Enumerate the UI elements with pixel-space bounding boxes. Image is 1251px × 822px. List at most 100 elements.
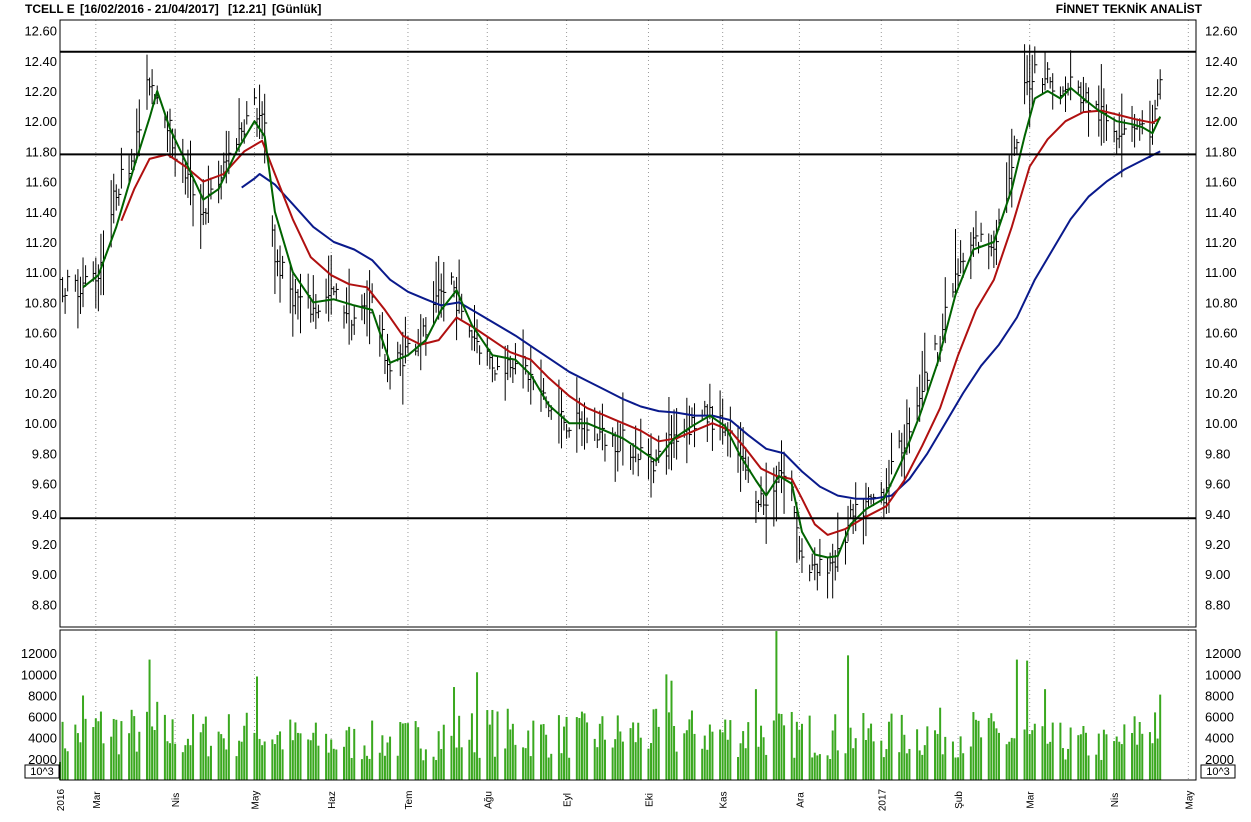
- volume-bar: [1138, 722, 1141, 780]
- price-y-tick-right: 10.80: [1205, 295, 1238, 310]
- volume-bar: [476, 672, 479, 780]
- price-y-tick-right: 11.60: [1205, 175, 1237, 190]
- volume-bar: [685, 730, 688, 780]
- volume-bar: [235, 756, 238, 780]
- price-y-tick-right: 11.40: [1205, 205, 1237, 220]
- volume-bar: [1148, 732, 1151, 780]
- volume-bar: [222, 738, 225, 780]
- x-tick-label: 2017: [877, 788, 888, 811]
- volume-bar: [169, 743, 172, 780]
- volume-bar: [560, 753, 563, 780]
- volume-bar: [829, 758, 832, 780]
- volume-bar: [1010, 737, 1013, 780]
- volume-bar: [110, 736, 113, 780]
- volume-bar: [166, 741, 169, 780]
- volume-bar: [972, 712, 975, 780]
- volume-bar: [276, 734, 279, 780]
- volume-bar: [813, 752, 816, 780]
- volume-y-tick-left: 10000: [21, 667, 57, 682]
- volume-bar: [64, 748, 67, 780]
- volume-bar: [458, 715, 461, 780]
- volume-bar: [1115, 736, 1118, 780]
- volume-bar: [192, 714, 195, 780]
- volume-bar: [934, 730, 937, 780]
- volume-bar: [94, 718, 97, 780]
- volume-bar: [650, 743, 653, 780]
- volume-bar: [611, 747, 614, 780]
- volume-bar: [754, 689, 757, 780]
- price-y-tick-left: 10.20: [24, 386, 57, 401]
- volume-bar: [473, 752, 476, 780]
- volume-bar: [826, 755, 829, 780]
- volume-bar: [424, 749, 427, 780]
- volume-bar: [711, 731, 714, 780]
- volume-bar: [580, 711, 583, 780]
- volume-bar: [532, 720, 535, 780]
- price-y-tick-left: 9.00: [32, 567, 57, 582]
- volume-bar: [102, 743, 105, 780]
- volume-bar: [721, 732, 724, 780]
- volume-bar: [775, 631, 778, 780]
- period-label: [Günlük]: [272, 2, 321, 16]
- price-y-tick-left: 12.40: [24, 54, 57, 69]
- volume-bar: [568, 757, 571, 780]
- volume-bar: [378, 752, 381, 780]
- x-tick-label: Mar: [92, 791, 103, 809]
- x-tick-label: Mar: [1026, 791, 1037, 809]
- volume-bar: [936, 733, 939, 780]
- volume-bar: [309, 740, 312, 780]
- volume-bar: [529, 756, 532, 780]
- volume-y-tick-right: 8000: [1205, 688, 1234, 703]
- volume-bar: [1041, 726, 1044, 780]
- volume-bar: [1151, 743, 1154, 780]
- volume-bar: [1031, 730, 1034, 780]
- volume-bar: [455, 747, 458, 780]
- volume-bar: [816, 755, 819, 780]
- volume-bar: [1100, 759, 1103, 780]
- volume-bar: [547, 757, 550, 780]
- volume-bar: [898, 752, 901, 780]
- volume-bar: [325, 733, 328, 780]
- volume-bar: [811, 757, 814, 780]
- volume-bar: [563, 726, 566, 780]
- price-y-tick-right: 8.80: [1205, 597, 1230, 612]
- volume-bar: [350, 757, 353, 780]
- volume-bar: [128, 733, 131, 780]
- volume-bar: [440, 748, 443, 780]
- volume-bar: [496, 711, 499, 780]
- volume-bar: [941, 754, 944, 780]
- volume-bar: [1061, 748, 1064, 780]
- volume-bar: [737, 757, 740, 780]
- volume-bar: [488, 724, 491, 780]
- volume-bar: [145, 711, 148, 780]
- x-tick-label: Haz: [327, 791, 338, 809]
- volume-bar: [271, 739, 274, 780]
- volume-bar: [97, 721, 100, 780]
- volume-bar: [386, 742, 389, 780]
- volume-bar: [468, 739, 471, 780]
- volume-bar: [493, 756, 496, 780]
- volume-bar: [174, 743, 177, 780]
- price-y-tick-left: 12.00: [24, 114, 57, 129]
- volume-bar: [527, 730, 530, 780]
- volume-bar: [130, 709, 133, 780]
- volume-bar: [478, 757, 481, 780]
- volume-bar: [506, 708, 509, 780]
- volume-unit-left: 10^3: [30, 766, 54, 778]
- volume-bar: [1023, 729, 1026, 780]
- volume-bar: [435, 760, 438, 780]
- volume-bar: [491, 709, 494, 780]
- volume-bar: [312, 732, 315, 780]
- volume-bar: [253, 732, 256, 780]
- volume-bar: [808, 715, 811, 780]
- volume-bar: [419, 748, 422, 780]
- volume-bar: [1156, 738, 1159, 780]
- volume-bar: [918, 750, 921, 780]
- volume-bar: [92, 727, 95, 780]
- volume-bar: [279, 731, 282, 780]
- price-y-tick-left: 11.60: [25, 175, 57, 190]
- volume-bar: [616, 715, 619, 780]
- volume-bar: [550, 753, 553, 780]
- volume-bar: [765, 754, 768, 780]
- volume-bar: [836, 750, 839, 780]
